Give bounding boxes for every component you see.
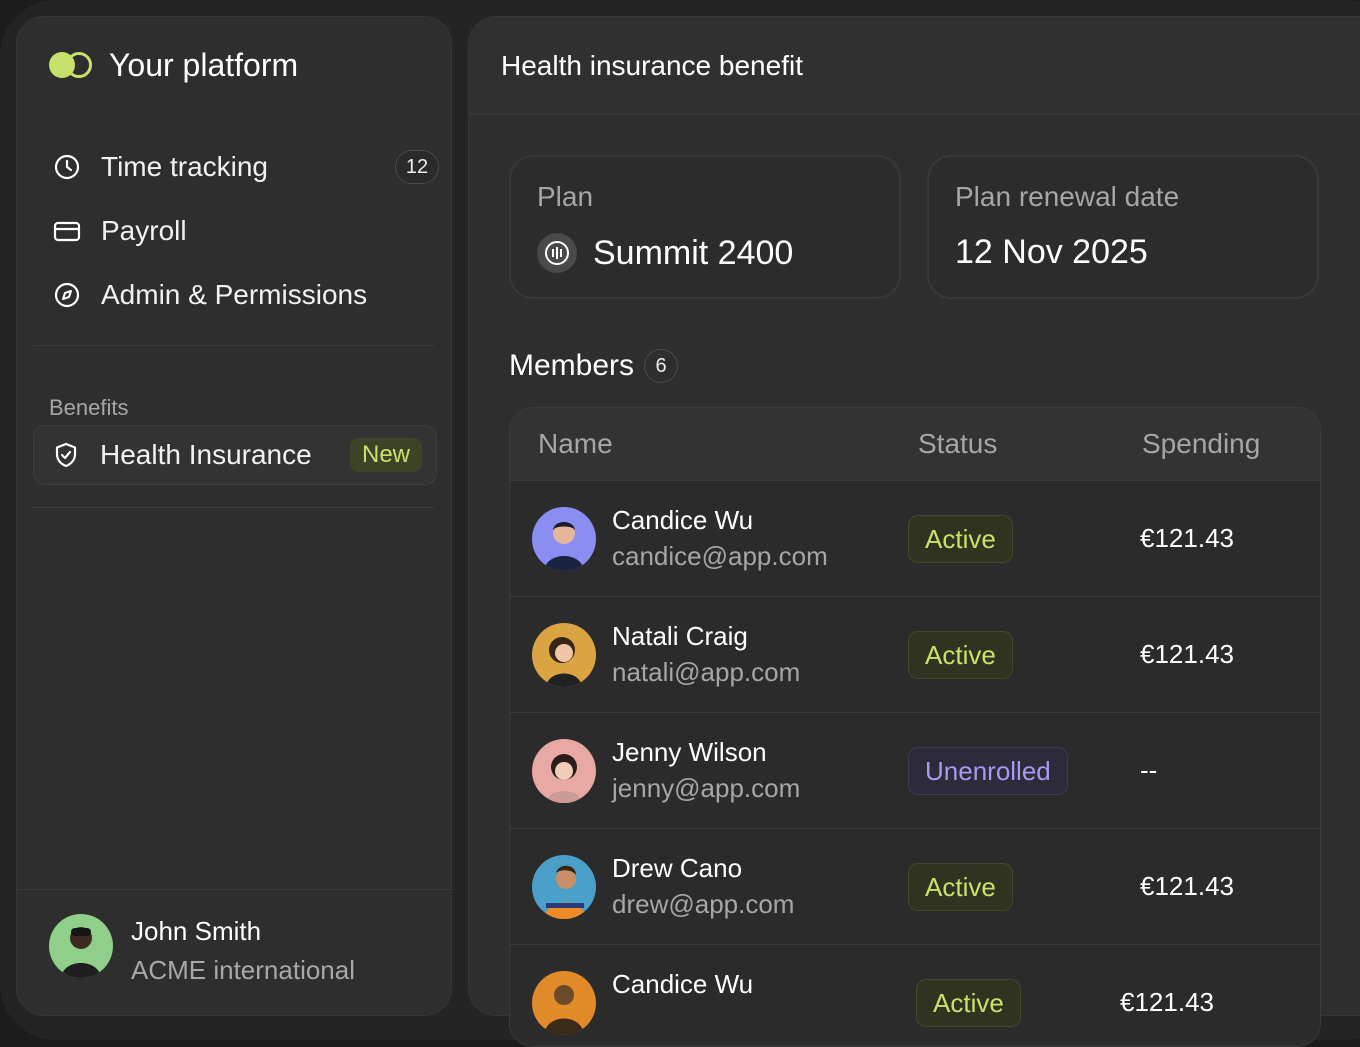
member-name: Candice Wu [612,505,754,535]
compass-icon [53,281,81,309]
status-badge: Unenrolled [908,747,1068,795]
plan-icon [537,233,577,273]
table-row[interactable]: Candice Wu Active €121.43 [510,944,1320,1046]
table-row[interactable]: Jenny Wilson jenny@app.com Unenrolled -- [510,712,1320,828]
sidebar-item-label: Time tracking [101,151,269,182]
main-header: Health insurance benefit [469,17,1360,115]
avatar [532,971,596,1035]
status-badge: Active [916,979,1021,1027]
divider [33,345,435,346]
user-card[interactable]: John Smith ACME international [17,889,453,1017]
avatar [532,623,596,687]
renewal-card: Plan renewal date 12 Nov 2025 [927,155,1319,299]
member-name: Natali Craig [612,621,748,651]
sidebar-item-label: Payroll [101,215,187,246]
member-spending: €121.43 [1140,523,1234,553]
new-badge: New [349,438,422,472]
sidebar: Your platform Time tracking 12 Payroll A… [16,16,453,1017]
sidebar-item-payroll[interactable]: Payroll [49,199,439,263]
user-name: John Smith [131,916,262,946]
brand-logo-icon [49,52,93,78]
brand-title: Your platform [109,46,299,83]
member-spending: €121.43 [1140,871,1234,901]
status-badge: Active [908,515,1013,563]
sidebar-item-label: Health Insurance [100,439,312,470]
renewal-value: 12 Nov 2025 [955,233,1148,271]
page-title: Health insurance benefit [501,49,803,81]
avatar [532,739,596,803]
table-header: Name Status Spending [510,408,1320,480]
member-name: Candice Wu [612,969,754,999]
table-row[interactable]: Candice Wu candice@app.com Active €121.4… [510,480,1320,596]
member-name: Drew Cano [612,853,743,883]
column-header-spending[interactable]: Spending [1142,428,1260,460]
status-badge: Active [908,631,1013,679]
credit-card-icon [53,217,81,245]
divider [33,507,435,508]
member-email: drew@app.com [612,889,795,919]
members-title: Members [509,349,635,382]
avatar [49,914,113,978]
sidebar-item-health-insurance[interactable]: Health Insurance New [33,425,437,485]
count-badge: 12 [395,150,439,184]
table-row[interactable]: Drew Cano drew@app.com Active €121.43 [510,828,1320,944]
user-org: ACME international [131,955,355,985]
member-spending: €121.43 [1140,639,1234,669]
brand[interactable]: Your platform [49,45,298,85]
main-panel: Health insurance benefit Plan Summit 240… [468,16,1360,1047]
column-header-name[interactable]: Name [538,428,613,460]
member-spending: -- [1140,755,1158,785]
renewal-label: Plan renewal date [955,181,1180,212]
section-label-benefits: Benefits [49,395,129,420]
avatar [532,507,596,571]
sidebar-item-label: Admin & Permissions [101,279,368,310]
table-row[interactable]: Natali Craig natali@app.com Active €121.… [510,596,1320,712]
members-table: Name Status Spending Candice Wu candice@… [509,407,1321,1047]
sidebar-item-time-tracking[interactable]: Time tracking 12 [49,135,439,199]
member-email: natali@app.com [612,657,801,687]
member-name: Jenny Wilson [612,737,767,767]
members-count: 6 [644,349,679,383]
plan-value: Summit 2400 [593,233,794,272]
status-badge: Active [908,863,1013,911]
shield-check-icon [52,441,80,469]
plan-card: Plan Summit 2400 [509,155,901,299]
clock-icon [53,153,81,181]
members-header: Members 6 [509,349,679,383]
sidebar-nav: Time tracking 12 Payroll Admin & Permiss… [49,135,439,327]
member-email: candice@app.com [612,541,828,571]
member-email: jenny@app.com [612,773,801,803]
plan-label: Plan [537,181,594,212]
avatar [532,855,596,919]
sidebar-item-admin-permissions[interactable]: Admin & Permissions [49,263,439,327]
column-header-status[interactable]: Status [918,428,997,460]
